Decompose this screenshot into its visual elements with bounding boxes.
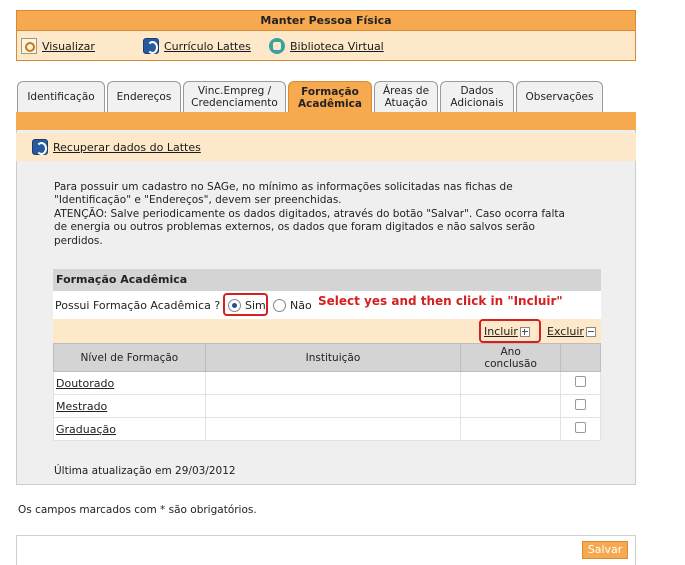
excluir-button[interactable]: Excluir [547, 325, 596, 338]
header-links-bar: Visualizar Currículo Lattes Biblioteca V… [16, 31, 636, 61]
row-select-cell [560, 394, 601, 418]
col-nivel: Nível de Formação [53, 343, 206, 372]
row-level-cell[interactable]: Mestrado [53, 394, 206, 418]
row-level-link[interactable]: Mestrado [56, 400, 107, 413]
row-select-cell [560, 371, 601, 395]
tab-content-top-bar [16, 112, 636, 130]
visualizar-link[interactable]: Visualizar [21, 37, 95, 55]
row-institution-cell [204, 417, 462, 441]
footer-bar [16, 535, 636, 565]
highlight-box-incluir [479, 319, 541, 343]
question-label: Possui Formação Acadêmica ? [55, 299, 221, 312]
col-instituicao: Instituição [204, 343, 462, 372]
tab-vinc-empreg[interactable]: Vinc.Empreg / Credenciamento [183, 81, 286, 112]
tab-formacao-academica[interactable]: Formação Acadêmica [288, 81, 372, 113]
recuperar-lattes-label: Recuperar dados do Lattes [53, 140, 201, 154]
info-line: perdidos. [54, 234, 103, 247]
formacao-table: Nível de Formação Instituição Ano conclus… [53, 343, 601, 441]
info-line: Para possuir um cadastro no SAGe, no mín… [54, 181, 513, 193]
tab-identificacao[interactable]: Identificação [17, 81, 105, 112]
radio-nao[interactable] [273, 299, 286, 312]
tab-label: Áreas de [382, 85, 430, 97]
curriculo-lattes-link[interactable]: Currículo Lattes [143, 37, 251, 55]
info-line: de energia ou outros problemas externos,… [54, 221, 535, 234]
col-ano-line: Ano [500, 345, 521, 358]
tab-label: Vinc.Empreg / [197, 85, 272, 97]
row-level-cell[interactable]: Doutorado [53, 371, 206, 395]
row-institution-cell [204, 394, 462, 418]
col-select [560, 343, 601, 372]
tab-label: Identificação [27, 91, 95, 103]
required-note: Os campos marcados com * são obrigatório… [18, 504, 257, 516]
tab-label: Adicionais [450, 97, 504, 109]
lattes-icon [143, 38, 159, 54]
row-checkbox[interactable] [575, 422, 587, 433]
zoom-icon [21, 38, 37, 54]
biblioteca-virtual-link[interactable]: Biblioteca Virtual [269, 37, 384, 55]
tab-label: Endereços [116, 91, 172, 103]
col-ano-line: conclusão [484, 357, 537, 370]
info-text: Para possuir um cadastro no SAGe, no mín… [54, 181, 599, 248]
tab-label: Credenciamento [191, 97, 278, 109]
table-row: Mestrado [53, 394, 601, 418]
highlight-box-sim [223, 293, 268, 316]
info-line: ATENÇÃO: Salve periodicamente os dados d… [54, 207, 565, 220]
recuperar-lattes-link[interactable]: Recuperar dados do Lattes [32, 138, 201, 156]
col-ano: Ano conclusão [460, 343, 562, 372]
row-year-cell [460, 371, 562, 395]
tab-label: Acadêmica [298, 97, 362, 110]
page-title: Manter Pessoa Física [16, 10, 636, 31]
radio-nao-label: Não [290, 299, 312, 312]
tab-label: Formação [301, 85, 359, 98]
biblioteca-virtual-label: Biblioteca Virtual [290, 39, 384, 53]
row-select-cell [560, 417, 601, 441]
minus-icon [585, 326, 596, 337]
annotation-text: Select yes and then click in "Incluir" [318, 294, 563, 308]
library-icon [269, 38, 285, 54]
actions-row: Incluir Excluir [53, 319, 601, 343]
tab-label: Atuação [384, 97, 428, 109]
recover-row: Recuperar dados do Lattes [16, 133, 636, 161]
table-row: Graduação [53, 417, 601, 441]
tab-label: Dados [460, 85, 494, 97]
excluir-label: Excluir [547, 325, 584, 338]
visualizar-label: Visualizar [42, 39, 95, 53]
section-title: Formação Acadêmica [53, 269, 601, 291]
lattes-icon [32, 139, 48, 155]
tab-enderecos[interactable]: Endereços [107, 81, 181, 112]
row-institution-cell [204, 371, 462, 395]
row-checkbox[interactable] [575, 399, 587, 410]
row-year-cell [460, 417, 562, 441]
row-checkbox[interactable] [575, 376, 587, 387]
curriculo-lattes-label: Currículo Lattes [164, 39, 251, 53]
tab-dados-adicionais[interactable]: Dados Adicionais [440, 81, 514, 112]
row-level-cell[interactable]: Graduação [53, 417, 206, 441]
last-update-text: Última atualização em 29/03/2012 [54, 465, 236, 477]
tab-areas-atuacao[interactable]: Áreas de Atuação [374, 81, 438, 112]
tab-observacoes[interactable]: Observações [516, 81, 603, 112]
info-line: "Identificação" e "Endereços", devem ser… [54, 194, 342, 207]
row-level-link[interactable]: Graduação [56, 423, 116, 436]
row-year-cell [460, 394, 562, 418]
row-level-link[interactable]: Doutorado [56, 377, 114, 390]
save-button[interactable]: Salvar [582, 541, 628, 559]
table-header-row: Nível de Formação Instituição Ano conclus… [53, 343, 601, 372]
table-row: Doutorado [53, 371, 601, 395]
tab-label: Observações [525, 91, 594, 103]
